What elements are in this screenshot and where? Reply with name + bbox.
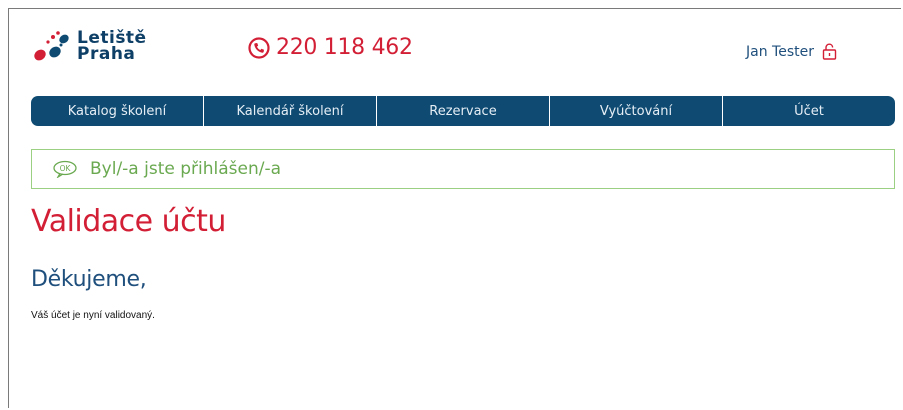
phone-number: 220 118 462 — [276, 35, 413, 60]
nav-item-training-calendar[interactable]: Kalendář školení — [204, 96, 377, 126]
logo-line2: Praha — [77, 44, 136, 64]
airport-logo[interactable]: Letiště Praha — [31, 29, 147, 63]
alert-message: Byl/-a jste přihlášen/-a — [90, 159, 282, 179]
main-navigation: Katalog školení Kalendář školení Rezerva… — [31, 96, 895, 126]
nav-item-training-catalog[interactable]: Katalog školení — [31, 96, 204, 126]
ok-icon-text: OK — [60, 164, 72, 173]
nav-item-billing[interactable]: Vyúčtování — [550, 96, 723, 126]
login-success-alert: OK Byl/-a jste přihlášen/-a — [31, 149, 895, 189]
airport-logo-icon — [34, 31, 69, 61]
unlock-icon[interactable] — [822, 43, 837, 60]
logo-text: Letiště Praha — [77, 30, 147, 64]
nav-item-reservations[interactable]: Rezervace — [377, 96, 550, 126]
user-name-link[interactable]: Jan Tester — [746, 44, 814, 60]
page-title: Validace účtu — [31, 204, 226, 239]
thank-you-heading: Děkujeme, — [31, 267, 147, 292]
validation-message: Váš účet je nyní validovaný. — [31, 310, 155, 321]
phone-contact: 220 118 462 — [248, 35, 413, 60]
phone-icon — [248, 36, 270, 59]
user-area: Jan Tester — [746, 43, 837, 60]
nav-item-account[interactable]: Účet — [723, 96, 895, 126]
ok-icon: OK — [53, 160, 77, 178]
